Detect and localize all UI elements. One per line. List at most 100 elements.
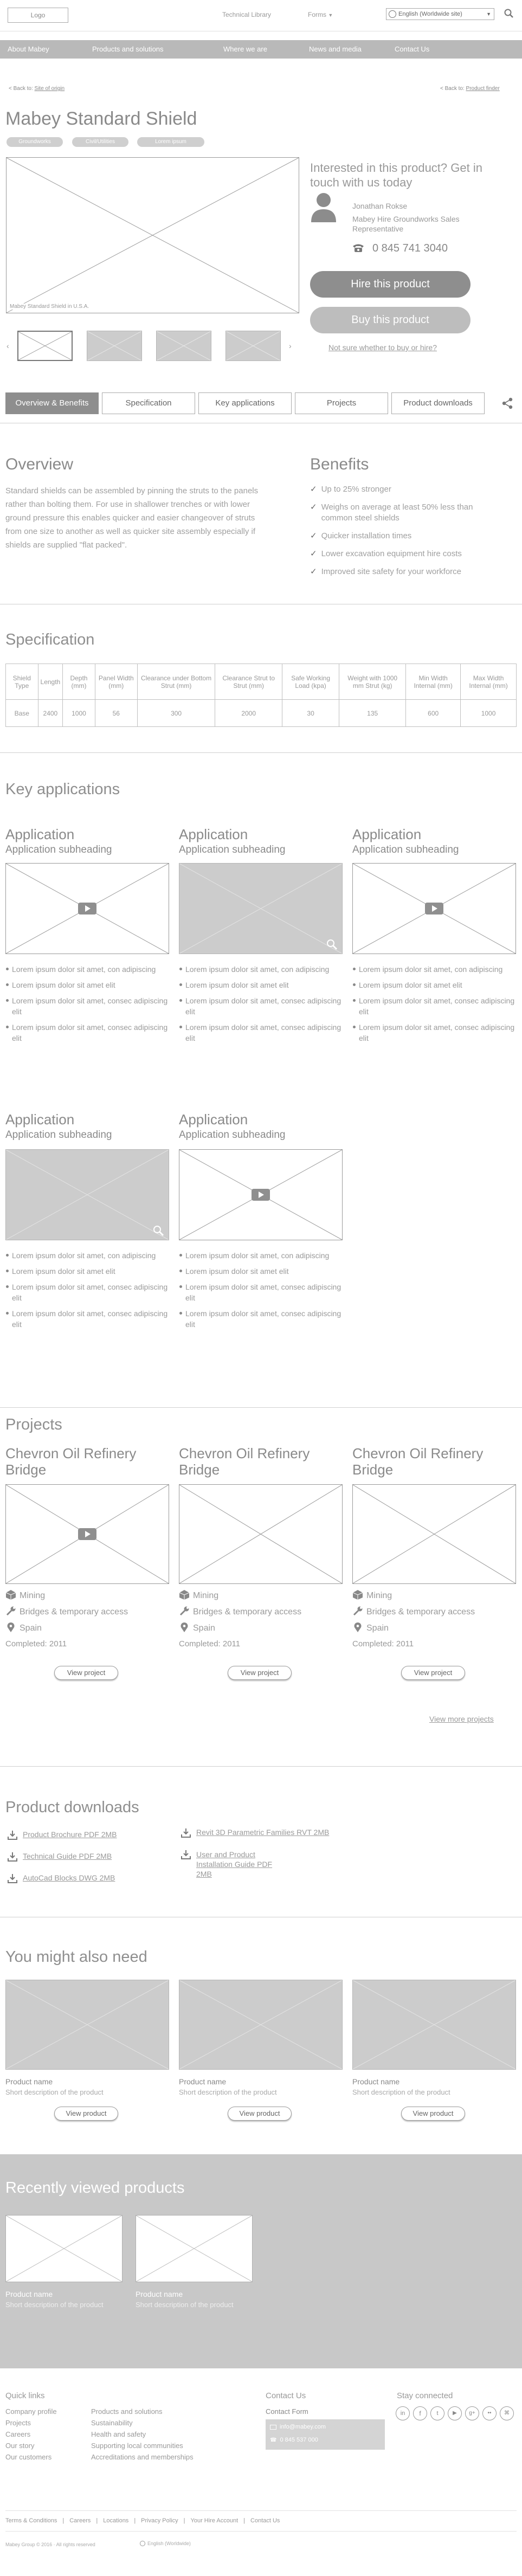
play-icon[interactable] <box>78 1528 96 1540</box>
footer-link[interactable]: Sustainability <box>91 2419 194 2430</box>
footer-link[interactable]: Accreditations and memberships <box>91 2453 194 2464</box>
youtube-icon[interactable]: ▶ <box>448 2406 462 2420</box>
project-image[interactable] <box>179 1484 343 1584</box>
project-title[interactable]: Chevron Oil Refinery Bridge <box>352 1445 515 1478</box>
play-icon[interactable] <box>252 1189 270 1201</box>
contact-phone[interactable]: 0 845 741 3040 <box>372 242 448 255</box>
tab-key-applications[interactable]: Key applications <box>198 392 292 414</box>
download-item[interactable]: Technical Guide PDF 2MB <box>8 1852 170 1873</box>
product-image[interactable] <box>179 1980 343 2070</box>
site-of-origin-link[interactable]: Site of origin <box>35 86 65 92</box>
project-title[interactable]: Chevron Oil Refinery Bridge <box>5 1445 168 1478</box>
footer-email[interactable]: info@mabey.com <box>270 2424 326 2430</box>
key-applications-heading: Key applications <box>5 781 120 798</box>
footer-link[interactable]: Company profile <box>5 2407 57 2419</box>
application-image[interactable] <box>179 863 343 954</box>
thumbnail[interactable] <box>87 331 142 361</box>
footer-link[interactable]: Careers <box>5 2430 57 2442</box>
careers-link[interactable]: Careers <box>69 2517 91 2524</box>
recent-product-image[interactable] <box>136 2215 253 2282</box>
share-icon[interactable] <box>501 397 513 409</box>
nav-contact-us[interactable]: Contact Us <box>395 45 429 53</box>
footer-language[interactable]: English (Worldwide) <box>140 2541 191 2546</box>
footer-link[interactable]: Our customers <box>5 2453 57 2464</box>
contact-form-link[interactable]: Contact Form <box>266 2407 308 2416</box>
contact-us-link[interactable]: Contact Us <box>250 2517 280 2524</box>
thumbnail[interactable] <box>225 331 281 361</box>
search-icon[interactable] <box>504 9 514 18</box>
twitter-icon[interactable]: t <box>430 2406 444 2420</box>
buy-button[interactable]: Buy this product <box>310 307 471 333</box>
play-icon[interactable] <box>78 903 96 915</box>
thumbnail[interactable] <box>156 331 211 361</box>
nav-products-and-solutions[interactable]: Products and solutions <box>92 45 164 53</box>
view-project-button[interactable]: View project <box>228 1666 292 1680</box>
language-select[interactable]: English (Worldwide site) ▼ <box>386 8 494 20</box>
tab-product-downloads[interactable]: Product downloads <box>391 392 485 414</box>
tab-specification[interactable]: Specification <box>102 392 195 414</box>
play-icon[interactable] <box>425 903 443 915</box>
download-item[interactable]: User and Product Installation Guide PDF … <box>181 1850 289 1879</box>
project-image[interactable] <box>352 1484 516 1584</box>
hire-button[interactable]: Hire this product <box>310 271 471 298</box>
application-image[interactable] <box>5 1149 169 1240</box>
thumb-prev-arrow[interactable]: ‹ <box>7 342 9 350</box>
view-product-button[interactable]: View product <box>401 2107 465 2121</box>
recent-product-name[interactable]: Product name <box>136 2290 183 2298</box>
nav-about-mabey[interactable]: About Mabey <box>8 45 49 53</box>
product-name[interactable]: Product name <box>179 2077 226 2086</box>
locations-link[interactable]: Locations <box>103 2517 128 2524</box>
product-name[interactable]: Product name <box>352 2077 399 2086</box>
footer-link[interactable]: Our story <box>5 2442 57 2453</box>
thumbnail[interactable] <box>17 331 73 361</box>
view-product-button[interactable]: View product <box>228 2107 292 2121</box>
view-more-projects-link[interactable]: View more projects <box>429 1715 494 1723</box>
flickr-icon[interactable]: •• <box>482 2406 497 2420</box>
product-finder-link[interactable]: Product finder <box>466 86 500 92</box>
nav-news-and-media[interactable]: News and media <box>309 45 362 53</box>
terms-link[interactable]: Terms & Conditions <box>5 2517 57 2524</box>
product-name[interactable]: Product name <box>5 2077 53 2086</box>
facebook-icon[interactable]: f <box>413 2406 427 2420</box>
project-video[interactable] <box>5 1484 169 1584</box>
product-main-image[interactable]: Mabey Standard Shield in U.S.A. <box>6 157 299 313</box>
footer-phone[interactable]: ☎ 0 845 537 000 <box>270 2437 318 2443</box>
zoom-icon[interactable] <box>326 938 338 950</box>
forms-link[interactable]: Forms ▼ <box>308 11 333 18</box>
thumb-next-arrow[interactable]: › <box>289 342 292 350</box>
privacy-policy-link[interactable]: Privacy Policy <box>141 2517 178 2524</box>
footer-link[interactable]: Projects <box>5 2419 57 2430</box>
application-video[interactable] <box>179 1149 343 1240</box>
product-tag[interactable]: Lorem ipsum <box>137 137 204 147</box>
hire-account-link[interactable]: Your Hire Account <box>191 2517 239 2524</box>
rss-icon[interactable]: ⌘ <box>500 2406 514 2420</box>
product-tag[interactable]: Civil/Utilities <box>72 137 128 147</box>
footer-link[interactable]: Health and safety <box>91 2430 194 2442</box>
download-item[interactable]: Product Brochure PDF 2MB <box>8 1830 170 1852</box>
buy-or-hire-link[interactable]: Not sure whether to buy or hire? <box>328 343 437 352</box>
google-plus-icon[interactable]: g+ <box>465 2406 479 2420</box>
product-tag[interactable]: Groundworks <box>7 137 63 147</box>
view-project-button[interactable]: View project <box>401 1666 465 1680</box>
zoom-icon[interactable] <box>152 1225 164 1237</box>
download-label: User and Product Installation Guide PDF … <box>196 1850 273 1878</box>
recent-product-image[interactable] <box>5 2215 123 2282</box>
nav-where-we-are[interactable]: Where we are <box>223 45 267 53</box>
linkedin-icon[interactable]: in <box>396 2406 410 2420</box>
application-video[interactable] <box>352 863 516 954</box>
view-product-button[interactable]: View product <box>54 2107 118 2121</box>
application-video[interactable] <box>5 863 169 954</box>
product-image[interactable] <box>5 1980 169 2070</box>
footer-link[interactable]: Products and solutions <box>91 2407 194 2419</box>
tab-projects[interactable]: Projects <box>295 392 388 414</box>
footer-link[interactable]: Supporting local communities <box>91 2442 194 2453</box>
recent-product-name[interactable]: Product name <box>5 2290 53 2298</box>
download-item[interactable]: AutoCad Blocks DWG 2MB <box>8 1873 170 1895</box>
technical-library-link[interactable]: Technical Library <box>222 11 271 18</box>
view-project-button[interactable]: View project <box>54 1666 118 1680</box>
logo[interactable]: Logo <box>8 8 68 23</box>
download-item[interactable]: Revit 3D Parametric Families RVT 2MB <box>181 1828 349 1850</box>
tab-overview-benefits[interactable]: Overview & Benefits <box>5 392 99 414</box>
project-title[interactable]: Chevron Oil Refinery Bridge <box>179 1445 341 1478</box>
product-image[interactable] <box>352 1980 516 2070</box>
